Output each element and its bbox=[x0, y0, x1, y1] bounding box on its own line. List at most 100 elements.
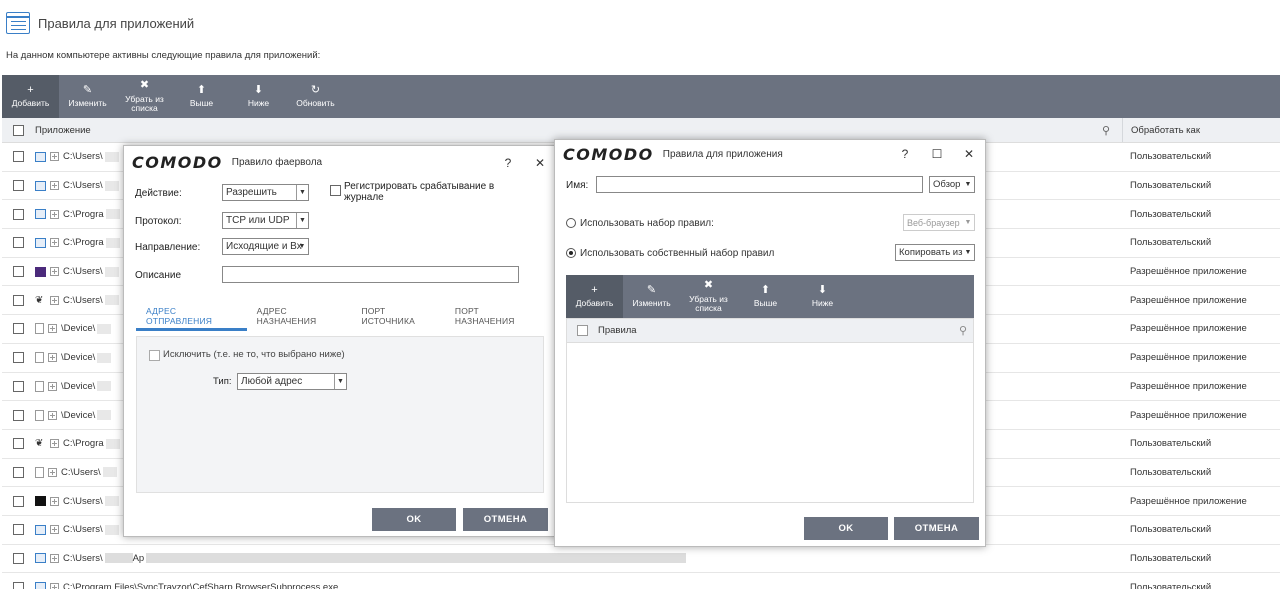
up-icon: ⬆ bbox=[760, 283, 771, 296]
app-name-input[interactable] bbox=[596, 176, 923, 193]
type-label: Тип: bbox=[213, 376, 232, 387]
ruleset-select[interactable]: Веб-браузер ▼ bbox=[903, 214, 975, 231]
refresh-label: Обновить bbox=[296, 98, 335, 109]
up-button[interactable]: ⬆ Выше bbox=[173, 75, 230, 118]
browse-button[interactable]: Обзор ▼ bbox=[929, 176, 975, 193]
rules-list: Правила ⚲ bbox=[566, 318, 974, 503]
log-checkbox[interactable] bbox=[330, 185, 341, 196]
row-checkbox[interactable] bbox=[13, 495, 24, 507]
expand-icon[interactable] bbox=[50, 181, 59, 191]
row-checkbox[interactable] bbox=[13, 581, 24, 589]
expand-icon[interactable] bbox=[48, 467, 57, 477]
expand-icon[interactable] bbox=[50, 439, 59, 449]
tab-source-port[interactable]: ПОРТ ИСТОЧНИКА bbox=[351, 301, 444, 331]
search-icon[interactable]: ⚲ bbox=[959, 324, 967, 337]
app-path: C:\Users\ bbox=[63, 180, 103, 192]
copy-from-button[interactable]: Копировать из ▼ bbox=[895, 244, 975, 261]
expand-icon[interactable] bbox=[50, 267, 59, 277]
expand-icon[interactable] bbox=[50, 525, 59, 535]
rules-remove-button[interactable]: ✖ Убрать из списка bbox=[680, 275, 737, 318]
rules-toolbar: + Добавить ✎ Изменить ✖ Убрать из списка ⬆ Выше… bbox=[566, 275, 974, 318]
row-checkbox[interactable] bbox=[13, 294, 24, 306]
rules-column-header[interactable]: Правила bbox=[598, 325, 637, 336]
row-checkbox[interactable] bbox=[13, 237, 24, 249]
rules-edit-label: Изменить bbox=[632, 298, 671, 309]
remove-button[interactable]: ✖ Убрать из списка bbox=[116, 75, 173, 118]
rules-up-button[interactable]: ⬆ Выше bbox=[737, 275, 794, 318]
app-icon bbox=[35, 553, 46, 564]
address-type-select[interactable]: Любой адрес ▼ bbox=[237, 373, 347, 390]
maximize-button[interactable]: ☐ bbox=[921, 147, 953, 161]
rules-down-button[interactable]: ⬇ Ниже bbox=[794, 275, 851, 318]
use-ruleset-option[interactable]: Использовать набор правил: bbox=[566, 218, 714, 229]
ruleset-value: Веб-браузер bbox=[907, 217, 960, 228]
row-checkbox[interactable] bbox=[13, 266, 24, 278]
expand-icon[interactable] bbox=[50, 152, 59, 162]
address-tabs: АДРЕС ОТПРАВЛЕНИЯ АДРЕС НАЗНАЧЕНИЯ ПОРТ … bbox=[136, 301, 544, 331]
expand-icon[interactable] bbox=[50, 209, 59, 219]
rules-edit-button[interactable]: ✎ Изменить bbox=[623, 275, 680, 318]
description-input[interactable] bbox=[222, 266, 519, 283]
tab-destination-port[interactable]: ПОРТ НАЗНАЧЕНИЯ bbox=[445, 301, 544, 331]
row-checkbox[interactable] bbox=[13, 552, 24, 564]
use-custom-option[interactable]: Использовать собственный набор правил bbox=[566, 248, 774, 259]
row-checkbox[interactable] bbox=[13, 380, 24, 392]
expand-icon[interactable] bbox=[48, 381, 57, 391]
close-button[interactable]: ✕ bbox=[524, 156, 556, 170]
apprules-ok-button[interactable]: OK bbox=[804, 517, 888, 540]
close-button[interactable]: ✕ bbox=[953, 147, 985, 161]
use-ruleset-radio[interactable] bbox=[566, 218, 576, 229]
main-toolbar: + Добавить ✎ Изменить ✖ Убрать из списка ⬆ Выше… bbox=[2, 75, 1280, 118]
direction-select[interactable]: Исходящие и Вх ▼ bbox=[222, 238, 309, 255]
refresh-icon: ↻ bbox=[310, 83, 321, 96]
firewall-cancel-button[interactable]: ОТМЕНА bbox=[463, 508, 548, 531]
column-header-app[interactable]: Приложение bbox=[35, 125, 1102, 136]
column-header-treat-as[interactable]: Обработать как bbox=[1122, 118, 1280, 142]
refresh-button[interactable]: ↻ Обновить bbox=[287, 75, 344, 118]
search-icon[interactable]: ⚲ bbox=[1102, 124, 1122, 137]
tab-source-address[interactable]: АДРЕС ОТПРАВЛЕНИЯ bbox=[136, 301, 247, 331]
expand-icon[interactable] bbox=[50, 553, 59, 563]
expand-icon[interactable] bbox=[48, 353, 57, 363]
help-button[interactable]: ? bbox=[492, 156, 524, 170]
dialog-titlebar[interactable]: COMODO Правила для приложения ? ☐ ✕ bbox=[555, 140, 985, 168]
expand-icon[interactable] bbox=[50, 582, 59, 589]
action-select[interactable]: Разрешить ▼ bbox=[222, 184, 309, 201]
protocol-select[interactable]: TCP или UDP ▼ bbox=[222, 212, 309, 229]
action-label: Действие: bbox=[135, 188, 182, 199]
intro-text: На данном компьютере активны следующие п… bbox=[6, 50, 321, 61]
dialog-titlebar[interactable]: COMODO Правило фаервола ? ✕ bbox=[124, 146, 556, 179]
help-button[interactable]: ? bbox=[889, 147, 921, 161]
select-all-rules-checkbox[interactable] bbox=[577, 325, 588, 336]
row-checkbox[interactable] bbox=[13, 151, 24, 163]
rules-add-button[interactable]: + Добавить bbox=[566, 275, 623, 318]
table-row[interactable]: C:\Users\ Ap Пользовательский bbox=[2, 545, 1280, 574]
row-checkbox[interactable] bbox=[13, 323, 24, 335]
expand-icon[interactable] bbox=[50, 295, 59, 305]
chevron-down-icon: ▼ bbox=[964, 181, 972, 188]
table-row[interactable]: C:\Program Files\SyncTrayzor\CefSharp.Br… bbox=[2, 573, 1280, 589]
expand-icon[interactable] bbox=[48, 324, 57, 334]
add-button[interactable]: + Добавить bbox=[2, 75, 59, 118]
use-custom-radio[interactable] bbox=[566, 248, 576, 259]
browse-label: Обзор bbox=[933, 179, 961, 190]
expand-icon[interactable] bbox=[50, 496, 59, 506]
exclude-checkbox[interactable] bbox=[149, 350, 160, 361]
row-checkbox[interactable] bbox=[13, 466, 24, 478]
row-checkbox[interactable] bbox=[13, 409, 24, 421]
chevron-down-icon: ▼ bbox=[296, 185, 308, 200]
row-checkbox[interactable] bbox=[13, 180, 24, 192]
expand-icon[interactable] bbox=[48, 410, 57, 420]
firewall-ok-button[interactable]: OK bbox=[372, 508, 456, 531]
expand-icon[interactable] bbox=[50, 238, 59, 248]
tab-destination-address[interactable]: АДРЕС НАЗНАЧЕНИЯ bbox=[247, 301, 352, 331]
down-button[interactable]: ⬇ Ниже bbox=[230, 75, 287, 118]
row-checkbox[interactable] bbox=[13, 352, 24, 364]
select-all-checkbox[interactable] bbox=[13, 124, 24, 136]
row-checkbox[interactable] bbox=[13, 524, 24, 536]
row-checkbox[interactable] bbox=[13, 208, 24, 220]
apprules-cancel-button[interactable]: ОТМЕНА bbox=[894, 517, 979, 540]
edit-button[interactable]: ✎ Изменить bbox=[59, 75, 116, 118]
rules-remove-label: Убрать из списка bbox=[689, 293, 728, 313]
row-checkbox[interactable] bbox=[13, 438, 24, 450]
